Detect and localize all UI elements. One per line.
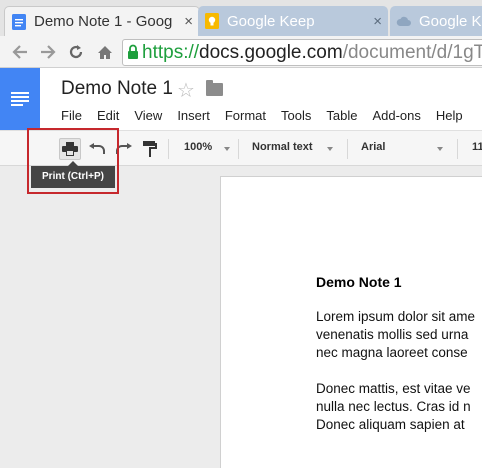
toolbar-divider [457,139,458,159]
chevron-down-icon [437,147,443,151]
menu-bar: File Edit View Insert Format Tools Table… [61,108,478,123]
home-icon[interactable] [93,40,117,64]
text-line: Donec mattis, est vitae ve [316,381,471,396]
menu-format[interactable]: Format [225,108,266,123]
zoom-select[interactable]: 100% [184,141,212,153]
back-icon[interactable] [8,40,32,64]
browser-toolbar: https://docs.google.com/document/d/1gTlc… [0,36,482,68]
close-tab-icon[interactable]: × [373,13,382,30]
url-path: /document/d/1gTlcbyp [342,42,482,63]
menu-help[interactable]: Help [436,108,463,123]
print-tooltip: Print (Ctrl+P) [31,161,115,188]
star-icon[interactable]: ☆ [177,78,195,103]
toolbar-divider [168,139,169,159]
tab-google-k[interactable]: Google K [390,6,482,36]
text-line: Donec aliquam sapien at [316,417,465,432]
cloud-icon [396,13,412,29]
tab-title: Demo Note 1 - Goog [34,13,173,30]
browser-tab-strip: Demo Note 1 - Goog × Google Keep × Googl… [0,0,482,36]
menu-table[interactable]: Table [326,108,357,123]
document-heading: Demo Note 1 [316,274,402,290]
font-size-select[interactable]: 11 [472,141,482,153]
text-line: nulla nec lectus. Cras id n [316,399,471,414]
menu-tools[interactable]: Tools [281,108,311,123]
tab-title: Google Keep [227,12,315,30]
paragraph-style-select[interactable]: Normal text [252,141,313,153]
docs-header: Demo Note 1 ☆ File Edit View Insert Form… [0,68,482,130]
paint-format-icon [143,141,157,157]
text-line: Lorem ipsum dolor sit ame [316,309,476,324]
paint-format-button[interactable] [139,138,161,160]
lock-icon [127,42,139,65]
paragraph: Lorem ipsum dolor sit ame venenatis moll… [316,308,475,362]
document-page[interactable]: Demo Note 1 Lorem ipsum dolor sit ame ve… [220,176,482,468]
url-host: docs.google.com [199,42,343,63]
toolbar-divider [238,139,239,159]
close-tab-icon[interactable]: × [184,13,193,30]
toolbar-divider [347,139,348,159]
chevron-down-icon [327,147,333,151]
google-keep-icon [204,13,220,29]
tab-title: Google K [419,12,482,30]
menu-add-ons[interactable]: Add-ons [372,108,420,123]
forward-icon[interactable] [36,40,60,64]
address-bar[interactable]: https://docs.google.com/document/d/1gTlc… [122,39,482,66]
docs-home-icon[interactable] [0,68,40,130]
chevron-down-icon [224,147,230,151]
font-select[interactable]: Arial [361,141,385,153]
paragraph: Donec mattis, est vitae ve nulla nec lec… [316,380,471,434]
google-docs-icon [11,13,27,30]
menu-edit[interactable]: Edit [97,108,119,123]
reload-icon[interactable] [64,40,88,64]
tab-demo-note[interactable]: Demo Note 1 - Goog × [4,6,200,36]
menu-insert[interactable]: Insert [177,108,210,123]
menu-view[interactable]: View [134,108,162,123]
text-line: venenatis mollis sed urna [316,327,469,342]
tab-google-keep[interactable]: Google Keep × [198,6,388,36]
text-line: nec magna laoreet conse [316,345,468,360]
menu-file[interactable]: File [61,108,82,123]
folder-icon[interactable] [206,80,223,96]
url-scheme: https:// [142,42,200,63]
document-title[interactable]: Demo Note 1 [61,78,173,100]
